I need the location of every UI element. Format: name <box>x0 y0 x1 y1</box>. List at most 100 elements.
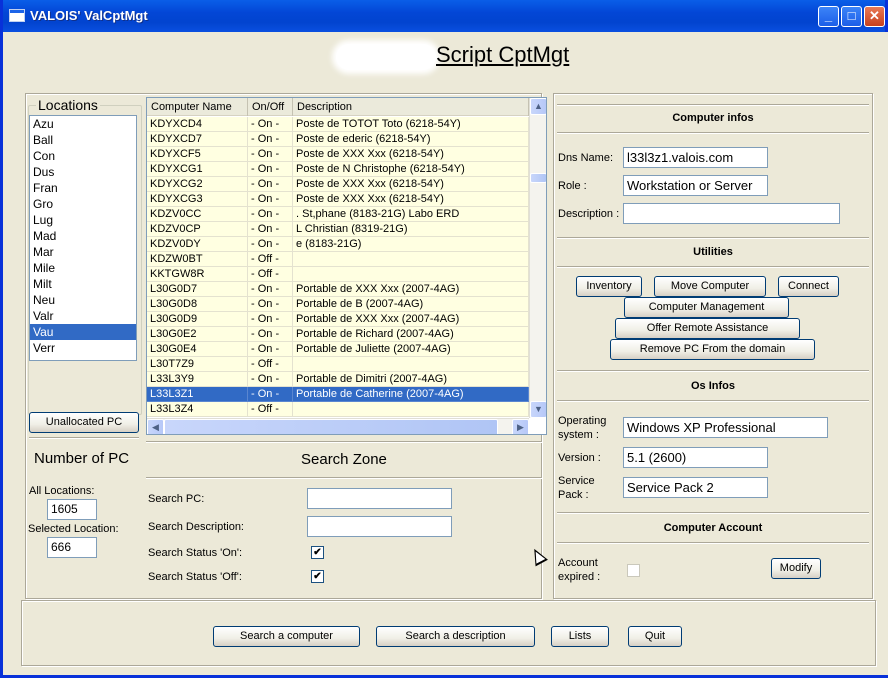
table-row[interactable]: KDYXCG1- On - Poste de N Christophe (6218… <box>147 162 529 177</box>
hscroll-thumb[interactable] <box>164 419 498 434</box>
search-description-button[interactable]: Search a description <box>376 626 535 647</box>
table-row[interactable]: KDZW0BT - Off - <box>147 252 529 267</box>
table-row[interactable]: L30G0E4- On - Portable de Juliette (2007-… <box>147 342 529 357</box>
location-item[interactable]: Gro <box>30 196 136 212</box>
location-item[interactable]: Fran <box>30 180 136 196</box>
remove-pc-button[interactable]: Remove PC From the domain <box>610 339 815 360</box>
search-description-input[interactable] <box>307 516 452 537</box>
table-row[interactable]: L30G0E2- On - Portable de Richard (2007-4… <box>147 327 529 342</box>
location-item[interactable]: Azu <box>30 116 136 132</box>
quit-button[interactable]: Quit <box>628 626 682 647</box>
column-on-off[interactable]: On/Off <box>248 98 293 116</box>
cell-on-off: - Off - <box>248 252 293 267</box>
cell-description: e (8183-21G) <box>293 237 529 252</box>
table-row[interactable]: KDYXCG3- On - Poste de XXX Xxx (6218-54Y) <box>147 192 529 207</box>
unallocated-pc-button[interactable]: Unallocated PC <box>29 412 139 433</box>
os-infos-title: Os Infos <box>690 380 735 392</box>
inventory-button[interactable]: Inventory <box>576 276 642 297</box>
title-bar[interactable]: VALOIS' ValCptMgt _ □ ✕ <box>3 0 885 32</box>
scroll-right-icon[interactable]: ▶ <box>512 419 529 434</box>
cell-description <box>293 402 529 417</box>
close-button[interactable]: ✕ <box>864 6 885 27</box>
location-item[interactable]: Milt <box>30 276 136 292</box>
location-item[interactable]: Vau <box>30 324 136 340</box>
move-computer-button[interactable]: Move Computer <box>654 276 766 297</box>
lists-button[interactable]: Lists <box>551 626 609 647</box>
table-row[interactable]: KDZV0DY - On -e (8183-21G) <box>147 237 529 252</box>
cell-on-off: - On - <box>248 237 293 252</box>
table-row[interactable]: L30G0D7- On - Portable de XXX Xxx (2007-4… <box>147 282 529 297</box>
table-row[interactable]: L33L3Z4- Off - <box>147 402 529 417</box>
search-computer-button[interactable]: Search a computer <box>213 626 360 647</box>
computers-grid[interactable]: Computer Name On/Off Description KDYXCD4… <box>146 97 547 435</box>
cell-computer-name: KDYXCG2 <box>147 177 248 192</box>
offer-remote-assistance-button[interactable]: Offer Remote Assistance <box>615 318 800 339</box>
table-row[interactable]: KKTGW8R - Off - <box>147 267 529 282</box>
scroll-left-icon[interactable]: ◀ <box>147 419 164 434</box>
location-item[interactable]: Ball <box>30 132 136 148</box>
table-row[interactable]: L30T7Z9- Off - <box>147 357 529 372</box>
table-row[interactable]: KDYXCG2- On - Poste de XXX Xxx (6218-54Y) <box>147 177 529 192</box>
scroll-down-icon[interactable]: ▼ <box>530 401 546 418</box>
version-field[interactable]: 5.1 (2600) <box>623 447 768 468</box>
grid-horizontal-scrollbar[interactable]: ◀ ▶ <box>147 418 529 434</box>
table-row[interactable]: KDZV0CP - On -L Christian (8319-21G) <box>147 222 529 237</box>
location-item[interactable]: Mile <box>30 260 136 276</box>
modify-button[interactable]: Modify <box>771 558 821 579</box>
table-row[interactable]: KDYXCF5- On - Poste de XXX Xxx (6218-54Y) <box>147 147 529 162</box>
account-expired-checkbox[interactable] <box>627 564 640 577</box>
table-row[interactable]: KDYXCD4- On - Poste de TOTOT Toto (6218-5… <box>147 117 529 132</box>
cell-on-off: - Off - <box>248 402 293 417</box>
search-description-label: Search Description: <box>148 521 244 533</box>
selected-location-count: 666 <box>47 537 97 558</box>
column-description[interactable]: Description <box>293 98 529 116</box>
description-field[interactable] <box>623 203 840 224</box>
account-expired-label-2: expired : <box>558 571 601 583</box>
location-item[interactable]: Dus <box>30 164 136 180</box>
cell-computer-name: KKTGW8R <box>147 267 248 282</box>
grid-vertical-scrollbar[interactable]: ▲ ▼ <box>529 98 546 418</box>
operating-system-field[interactable]: Windows XP Professional <box>623 417 828 438</box>
maximize-button[interactable]: □ <box>841 6 862 27</box>
search-status-on-label: Search Status 'On': <box>148 547 243 559</box>
role-field[interactable]: Workstation or Server <box>623 175 768 196</box>
cell-computer-name: KDZV0CP <box>147 222 248 237</box>
location-item[interactable]: Mar <box>30 244 136 260</box>
minimize-button[interactable]: _ <box>818 6 839 27</box>
search-pc-input[interactable] <box>307 488 452 509</box>
cell-computer-name: KDYXCD4 <box>147 117 248 132</box>
cell-on-off: - On - <box>248 222 293 237</box>
cell-computer-name: L30G0E2 <box>147 327 248 342</box>
location-item[interactable]: Valr <box>30 308 136 324</box>
table-row[interactable]: L30G0D8- On - Portable de B (2007-4AG) <box>147 297 529 312</box>
scroll-thumb[interactable] <box>530 173 546 183</box>
cell-description: . St,phane (8183-21G) Labo ERD <box>293 207 529 222</box>
scroll-up-icon[interactable]: ▲ <box>530 98 546 115</box>
service-pack-label-1: Service <box>558 475 595 487</box>
table-row[interactable]: KDYXCD7- On - Poste de ederic (6218-54Y) <box>147 132 529 147</box>
location-item[interactable]: Mad <box>30 228 136 244</box>
computer-management-button[interactable]: Computer Management <box>624 297 789 318</box>
separator <box>146 441 542 443</box>
number-of-pc-title: Number of PC <box>34 450 130 467</box>
search-status-off-checkbox[interactable]: ✔ <box>311 570 324 583</box>
locations-listbox[interactable]: Azu Ball Con Dus Fran Gro Lug Mad Mar Mile Milt Neu… <box>29 115 137 361</box>
table-row[interactable]: L33L3Y9- On - Portable de Dimitri (2007-4… <box>147 372 529 387</box>
location-item[interactable]: Neu <box>30 292 136 308</box>
table-row[interactable]: L33L3Z1- On - Portable de Catherine (2007… <box>147 387 529 402</box>
dns-name-field[interactable]: l33l3z1.valois.com <box>623 147 768 168</box>
location-item[interactable]: Con <box>30 148 136 164</box>
search-status-on-checkbox[interactable]: ✔ <box>311 546 324 559</box>
location-item[interactable]: Lug <box>30 212 136 228</box>
column-computer-name[interactable]: Computer Name <box>147 98 248 116</box>
cell-on-off: - On - <box>248 117 293 132</box>
connect-button[interactable]: Connect <box>778 276 839 297</box>
cell-description: Portable de Richard (2007-4AG) <box>293 327 529 342</box>
table-row[interactable]: L30G0D9- On - Portable de XXX Xxx (2007-4… <box>147 312 529 327</box>
service-pack-field[interactable]: Service Pack 2 <box>623 477 768 498</box>
location-item[interactable]: Verr <box>30 340 136 356</box>
cell-on-off: - On - <box>248 372 293 387</box>
selected-location-label: Selected Location: <box>28 523 119 535</box>
table-row[interactable]: KDZV0CC - On -. St,phane (8183-21G) Labo … <box>147 207 529 222</box>
utilities-title: Utilities <box>693 246 733 258</box>
